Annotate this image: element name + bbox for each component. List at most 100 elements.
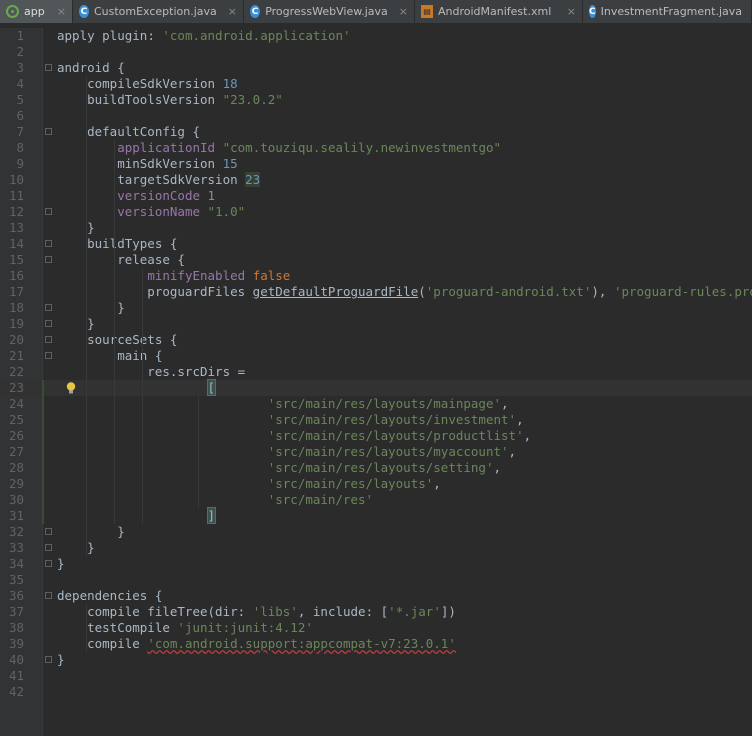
- code-token: testCompile: [57, 620, 178, 635]
- code-text[interactable]: [: [57, 379, 217, 396]
- line-number: 6: [16, 108, 24, 123]
- code-text[interactable]: dependencies {: [57, 588, 162, 604]
- tab-label: AndroidManifest.xml: [438, 5, 552, 18]
- line-number: 33: [8, 540, 24, 555]
- fold-marker-icon[interactable]: [45, 304, 52, 311]
- code-token: 1: [207, 188, 216, 203]
- code-text[interactable]: defaultConfig {: [57, 124, 200, 140]
- code-token: 'junit:junit:4.12': [177, 620, 313, 635]
- gradle-icon: [6, 5, 19, 18]
- code-text[interactable]: buildTypes {: [57, 236, 177, 252]
- fold-marker-icon[interactable]: [45, 128, 52, 135]
- close-tab-icon[interactable]: ×: [567, 5, 576, 18]
- code-text[interactable]: compile fileTree(dir: 'libs', include: […: [57, 604, 456, 620]
- code-text[interactable]: }: [57, 524, 125, 540]
- code-text[interactable]: 'src/main/res/layouts/setting',: [57, 460, 501, 476]
- code-line: 39 compile 'com.android.support:appcompa…: [0, 636, 752, 652]
- close-tab-icon[interactable]: ×: [228, 5, 237, 18]
- code-text[interactable]: 'src/main/res/layouts/mainpage',: [57, 396, 509, 412]
- code-text[interactable]: }: [57, 220, 95, 236]
- code-token: :: [237, 604, 253, 619]
- line-number: 42: [8, 684, 24, 699]
- fold-marker-icon[interactable]: [45, 208, 52, 215]
- code-text[interactable]: compile 'com.android.support:appcompat-v…: [57, 636, 456, 652]
- code-token: defaultConfig {: [57, 124, 200, 139]
- code-text[interactable]: }: [57, 316, 95, 332]
- fold-marker-icon[interactable]: [45, 240, 52, 247]
- code-text[interactable]: 'src/main/res/layouts/myaccount',: [57, 444, 516, 460]
- fold-marker-icon[interactable]: [45, 256, 52, 263]
- fold-marker-icon[interactable]: [45, 320, 52, 327]
- line-number: 15: [8, 252, 24, 267]
- fold-marker-icon[interactable]: [45, 544, 52, 551]
- code-line: 22 res.srcDirs =: [0, 364, 752, 380]
- close-tab-icon[interactable]: ×: [57, 5, 66, 18]
- tab-label: ProgressWebView.java: [265, 5, 388, 18]
- tab-investmentfragment-java[interactable]: CInvestmentFragment.java×: [583, 0, 752, 23]
- code-text[interactable]: minifyEnabled false: [57, 268, 290, 284]
- code-text[interactable]: compileSdkVersion 18: [57, 76, 238, 92]
- code-line: 38 testCompile 'junit:junit:4.12': [0, 620, 752, 636]
- code-text[interactable]: minSdkVersion 15: [57, 156, 237, 172]
- code-line: 34}: [0, 556, 752, 572]
- code-text[interactable]: apply plugin: 'com.android.application': [57, 28, 351, 44]
- editor-tab-bar: app × C CustomException.java × C ProgressWebVi…: [0, 0, 752, 24]
- code-token: compile: [57, 636, 148, 651]
- code-token: :: [147, 28, 163, 43]
- code-token: ,: [433, 476, 441, 491]
- line-number: 11: [8, 188, 24, 203]
- class-icon: C: [250, 5, 261, 18]
- line-number: 27: [8, 444, 24, 459]
- close-tab-icon[interactable]: ×: [399, 5, 408, 18]
- code-token: ,: [493, 460, 502, 475]
- code-text[interactable]: versionCode 1: [57, 188, 215, 204]
- code-token: dir: [215, 604, 238, 619]
- code-text[interactable]: testCompile 'junit:junit:4.12': [57, 620, 313, 636]
- code-text[interactable]: ]: [57, 507, 216, 524]
- fold-marker-icon[interactable]: [45, 336, 52, 343]
- code-text[interactable]: proguardFiles getDefaultProguardFile('pr…: [57, 284, 752, 300]
- code-line: 24 'src/main/res/layouts/mainpage',: [0, 396, 752, 412]
- code-text[interactable]: 'src/main/res/layouts/productlist',: [57, 428, 531, 444]
- code-text[interactable]: applicationId "com.touziqu.sealily.newin…: [57, 140, 501, 156]
- tab-label: CustomException.java: [93, 5, 217, 18]
- code-text[interactable]: }: [57, 556, 65, 572]
- fold-marker-icon[interactable]: [45, 352, 52, 359]
- fold-marker-icon[interactable]: [45, 560, 52, 567]
- code-token: (: [418, 284, 426, 299]
- code-line: 30 'src/main/res': [0, 492, 752, 508]
- line-number: 14: [8, 236, 24, 251]
- code-text[interactable]: buildToolsVersion "23.0.2": [57, 92, 283, 108]
- code-token: }: [57, 556, 65, 571]
- fold-marker-icon[interactable]: [45, 592, 52, 599]
- code-text[interactable]: 'src/main/res': [57, 492, 373, 508]
- code-text[interactable]: 'src/main/res/layouts/investment',: [57, 412, 524, 428]
- code-text[interactable]: sourceSets {: [57, 332, 177, 348]
- code-token: ,: [501, 396, 509, 411]
- code-text[interactable]: }: [57, 652, 65, 668]
- code-text[interactable]: release {: [57, 252, 185, 268]
- tab-progresswebview-java[interactable]: C ProgressWebView.java ×: [244, 0, 415, 23]
- code-text[interactable]: }: [57, 540, 95, 556]
- code-text[interactable]: targetSdkVersion 23: [57, 172, 261, 188]
- xml-icon: ▤: [421, 5, 433, 18]
- code-line: 5 buildToolsVersion "23.0.2": [0, 92, 752, 108]
- fold-marker-icon[interactable]: [45, 528, 52, 535]
- vcs-change-marker: [42, 380, 44, 524]
- code-text[interactable]: android {: [57, 60, 125, 76]
- code-token: 'src/main/res/layouts': [267, 476, 434, 491]
- code-line: 37 compile fileTree(dir: 'libs', include…: [0, 604, 752, 620]
- tab-customexception-java[interactable]: C CustomException.java ×: [73, 0, 244, 23]
- fold-marker-icon[interactable]: [45, 656, 52, 663]
- fold-marker-icon[interactable]: [45, 64, 52, 71]
- tab-app[interactable]: app ×: [0, 0, 73, 23]
- code-token: plugin: [102, 28, 148, 43]
- tab-androidmanifest-xml[interactable]: ▤ AndroidManifest.xml ×: [415, 0, 583, 23]
- code-line: 11 versionCode 1: [0, 188, 752, 204]
- code-text[interactable]: main {: [57, 348, 162, 364]
- line-number: 19: [8, 316, 24, 331]
